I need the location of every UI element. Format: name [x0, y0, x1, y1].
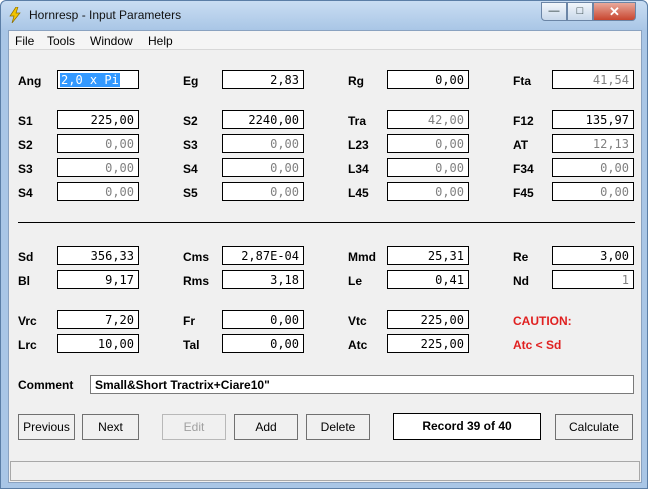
edit-button[interactable]: Edit	[162, 414, 226, 440]
next-button[interactable]: Next	[82, 414, 139, 440]
previous-button[interactable]: Previous	[18, 414, 75, 440]
label-bl: Bl	[18, 274, 30, 288]
atc-field[interactable]: 225,00	[387, 334, 469, 353]
label-rms: Rms	[183, 274, 210, 288]
le-field[interactable]: 0,41	[387, 270, 469, 289]
f12-field[interactable]: 135,97	[552, 110, 634, 129]
cms-field[interactable]: 2,87E-04	[222, 246, 304, 265]
f34-field[interactable]: 0,00	[552, 158, 634, 177]
s3-field[interactable]: 0,00	[57, 158, 139, 177]
fta-field[interactable]: 41,54	[552, 70, 634, 89]
label-cms: Cms	[183, 250, 210, 264]
ang-field[interactable]: 2,0 x Pi	[57, 70, 139, 89]
s2-field[interactable]: 0,00	[57, 134, 139, 153]
status-bar	[10, 461, 640, 481]
label-mmd: Mmd	[348, 250, 376, 264]
at-field[interactable]: 12,13	[552, 134, 634, 153]
label-l23: L23	[348, 138, 369, 152]
tal-field[interactable]: 0,00	[222, 334, 304, 353]
label-fr: Fr	[183, 314, 195, 328]
label-vrc: Vrc	[18, 314, 37, 328]
minimize-button[interactable]: —	[541, 2, 567, 21]
eg-field[interactable]: 2,83	[222, 70, 304, 89]
label-l34: L34	[348, 162, 369, 176]
rg-field[interactable]: 0,00	[387, 70, 469, 89]
sd-field[interactable]: 356,33	[57, 246, 139, 265]
s2-b-field[interactable]: 2240,00	[222, 110, 304, 129]
maximize-button[interactable]: □	[567, 2, 593, 21]
label-lrc: Lrc	[18, 338, 37, 352]
label-s3-b: S3	[183, 138, 198, 152]
lightning-icon	[9, 7, 21, 23]
minimize-icon: —	[548, 5, 560, 17]
mmd-field[interactable]: 25,31	[387, 246, 469, 265]
maximize-icon: □	[576, 5, 584, 17]
comment-field[interactable]: Small&Short Tractrix+Ciare10"	[90, 375, 634, 394]
bl-field[interactable]: 9,17	[57, 270, 139, 289]
f45-field[interactable]: 0,00	[552, 182, 634, 201]
label-tra: Tra	[348, 114, 367, 128]
label-sd: Sd	[18, 250, 34, 264]
section-divider	[18, 222, 635, 223]
label-s1: S1	[18, 114, 33, 128]
s4-b-field[interactable]: 0,00	[222, 158, 304, 177]
label-at: AT	[513, 138, 529, 152]
label-s4-b: S4	[183, 162, 198, 176]
nd-field[interactable]: 1	[552, 270, 634, 289]
caution-title: CAUTION:	[513, 314, 572, 328]
menu-window[interactable]: Window	[90, 34, 133, 48]
label-rg: Rg	[348, 74, 364, 88]
menu-bar: File Tools Window Help	[9, 31, 641, 50]
label-tal: Tal	[183, 338, 200, 352]
label-f12: F12	[513, 114, 534, 128]
label-atc: Atc	[348, 338, 368, 352]
label-s4: S4	[18, 186, 33, 200]
label-eg: Eg	[183, 74, 199, 88]
s5-field[interactable]: 0,00	[222, 182, 304, 201]
s1-field[interactable]: 225,00	[57, 110, 139, 129]
close-button[interactable]: ✕	[593, 2, 636, 21]
menu-file[interactable]: File	[15, 34, 34, 48]
menu-tools[interactable]: Tools	[47, 34, 75, 48]
lrc-field[interactable]: 10,00	[57, 334, 139, 353]
label-s2: S2	[18, 138, 33, 152]
delete-button[interactable]: Delete	[306, 414, 370, 440]
label-s2-b: S2	[183, 114, 198, 128]
app-window: Hornresp - Input Parameters — □ ✕ File T…	[0, 0, 648, 489]
tra-field[interactable]: 42,00	[387, 110, 469, 129]
label-fta: Fta	[513, 74, 531, 88]
record-indicator: Record 39 of 40	[393, 413, 541, 440]
label-comment: Comment	[18, 378, 74, 392]
caution-message: Atc < Sd	[513, 338, 562, 352]
l34-field[interactable]: 0,00	[387, 158, 469, 177]
label-re: Re	[513, 250, 529, 264]
title-bar[interactable]: Hornresp - Input Parameters — □ ✕	[1, 1, 647, 30]
vrc-field[interactable]: 7,20	[57, 310, 139, 329]
label-vtc: Vtc	[348, 314, 367, 328]
input-parameters-panel: File Tools Window Help Ang 2,0 x Pi Eg 2…	[8, 30, 642, 483]
label-f45: F45	[513, 186, 534, 200]
s3-b-field[interactable]: 0,00	[222, 134, 304, 153]
l45-field[interactable]: 0,00	[387, 182, 469, 201]
s4-field[interactable]: 0,00	[57, 182, 139, 201]
label-ang: Ang	[18, 74, 42, 88]
rms-field[interactable]: 3,18	[222, 270, 304, 289]
label-l45: L45	[348, 186, 369, 200]
window-title: Hornresp - Input Parameters	[29, 8, 182, 22]
re-field[interactable]: 3,00	[552, 246, 634, 265]
fr-field[interactable]: 0,00	[222, 310, 304, 329]
add-button[interactable]: Add	[234, 414, 298, 440]
vtc-field[interactable]: 225,00	[387, 310, 469, 329]
menu-help[interactable]: Help	[148, 34, 173, 48]
label-nd: Nd	[513, 274, 529, 288]
label-s5: S5	[183, 186, 198, 200]
calculate-button[interactable]: Calculate	[555, 414, 633, 440]
label-f34: F34	[513, 162, 534, 176]
l23-field[interactable]: 0,00	[387, 134, 469, 153]
label-s3: S3	[18, 162, 33, 176]
ang-value: 2,0 x Pi	[60, 73, 120, 87]
close-icon: ✕	[609, 4, 620, 19]
label-le: Le	[348, 274, 363, 288]
